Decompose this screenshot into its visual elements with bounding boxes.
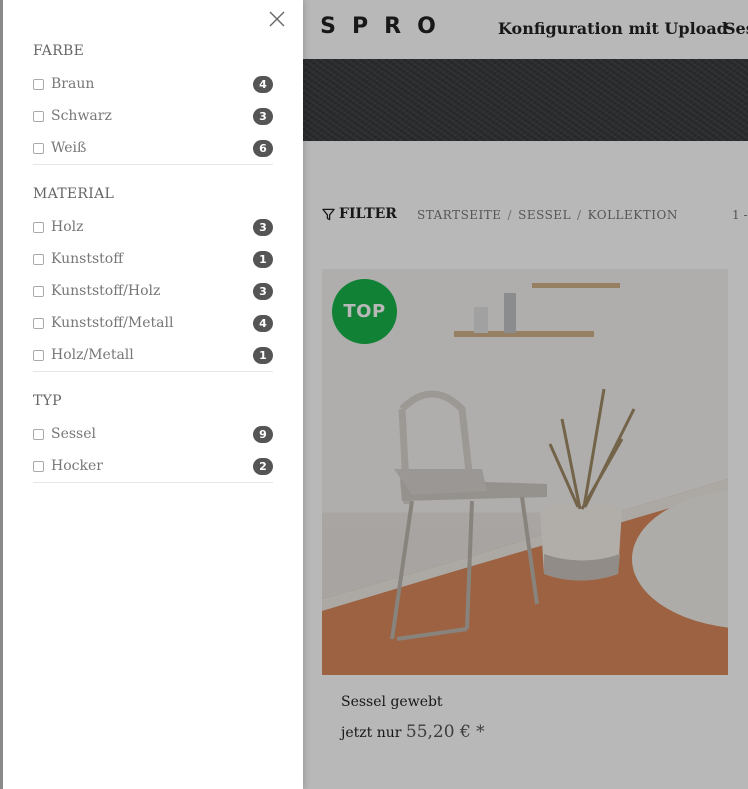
checkbox[interactable] <box>33 253 44 265</box>
checkbox[interactable] <box>33 428 44 440</box>
filter-option-label: Weiß <box>51 140 87 156</box>
panel-edge <box>0 0 3 789</box>
checkbox[interactable] <box>33 142 44 154</box>
filter-option-label: Kunststoff/Metall <box>51 315 174 331</box>
filter-group-title-farbe: FARBE <box>33 43 85 59</box>
filter-count-badge: 1 <box>253 250 273 268</box>
filter-count-badge: 4 <box>253 314 273 332</box>
checkbox[interactable] <box>33 110 44 122</box>
filter-option-label: Braun <box>51 76 95 92</box>
checkbox[interactable] <box>33 285 44 297</box>
checkbox[interactable] <box>33 221 44 233</box>
filter-option-label: Kunststoff <box>51 251 124 267</box>
filter-option[interactable]: Sessel 9 <box>33 424 273 444</box>
filter-option-label: Hocker <box>51 458 103 474</box>
close-icon <box>269 11 285 27</box>
checkbox[interactable] <box>33 78 44 90</box>
filter-group-title-material: MATERIAL <box>33 186 115 202</box>
filter-panel: FARBE Braun 4 Schwarz 3 Weiß 6 MATERIAL … <box>0 0 303 789</box>
filter-option[interactable]: Holz 3 <box>33 217 273 237</box>
filter-count-badge: 9 <box>253 425 273 443</box>
checkbox[interactable] <box>33 460 44 472</box>
filter-option[interactable]: Kunststoff 1 <box>33 249 273 269</box>
checkbox[interactable] <box>33 349 44 361</box>
filter-count-badge: 3 <box>253 107 273 125</box>
filter-option-label: Sessel <box>51 426 97 442</box>
filter-count-badge: 1 <box>253 346 273 364</box>
divider <box>33 482 273 483</box>
filter-option[interactable]: Kunststoff/Metall 4 <box>33 313 273 333</box>
filter-group-title-typ: TYP <box>33 393 62 409</box>
filter-count-badge: 4 <box>253 75 273 93</box>
filter-count-badge: 2 <box>253 457 273 475</box>
filter-option[interactable]: Kunststoff/Holz 3 <box>33 281 273 301</box>
filter-option[interactable]: Braun 4 <box>33 74 273 94</box>
divider <box>33 371 273 372</box>
checkbox[interactable] <box>33 317 44 329</box>
filter-count-badge: 6 <box>253 139 273 157</box>
filter-option[interactable]: Schwarz 3 <box>33 106 273 126</box>
filter-option-label: Kunststoff/Holz <box>51 283 161 299</box>
filter-option[interactable]: Hocker 2 <box>33 456 273 476</box>
filter-option[interactable]: Holz/Metall 1 <box>33 345 273 365</box>
filter-count-badge: 3 <box>253 218 273 236</box>
filter-option-label: Holz <box>51 219 84 235</box>
filter-option-label: Holz/Metall <box>51 347 134 363</box>
filter-option[interactable]: Weiß 6 <box>33 138 273 158</box>
filter-count-badge: 3 <box>253 282 273 300</box>
filter-option-label: Schwarz <box>51 108 112 124</box>
close-button[interactable] <box>268 10 286 28</box>
divider <box>33 164 273 165</box>
